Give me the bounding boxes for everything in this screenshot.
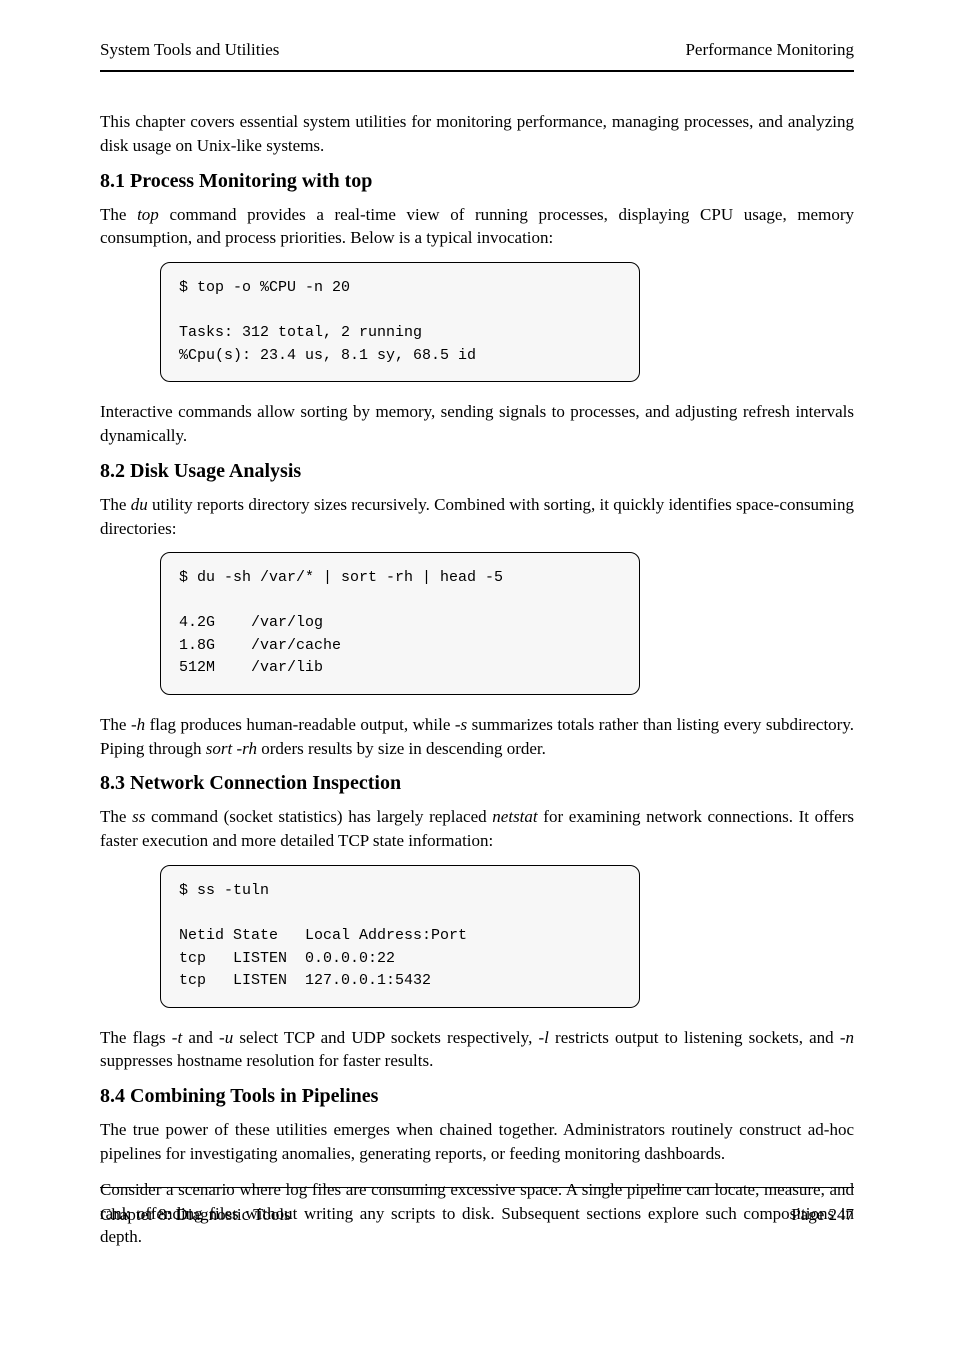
footer-left: Chapter 8: Diagnostic Tools: [100, 1205, 291, 1225]
section-4-para-1: The true power of these utilities emerge…: [100, 1118, 854, 1166]
section-3-para-1: The ss command (socket statistics) has l…: [100, 805, 854, 853]
text: flag produces human-readable output, whi…: [145, 715, 455, 734]
section-title-3: 8.3 Network Connection Inspection: [100, 772, 854, 795]
flag-t: -t: [172, 1028, 182, 1047]
cmd-top: top: [137, 205, 159, 224]
header-rule: [100, 70, 854, 72]
section-1-para-1: The top command provides a real-time vie…: [100, 203, 854, 251]
section-title-1: 8.1 Process Monitoring with top: [100, 170, 854, 193]
flag-h: -h: [131, 715, 145, 734]
text: utility reports directory sizes recursiv…: [100, 495, 854, 538]
section-3-para-2: The flags -t and -u select TCP and UDP s…: [100, 1026, 854, 1074]
section-1-para-2: Interactive commands allow sorting by me…: [100, 400, 854, 448]
cmd-du: du: [131, 495, 148, 514]
text: suppresses hostname resolution for faste…: [100, 1051, 433, 1070]
text: The: [100, 715, 131, 734]
flag-u: -u: [219, 1028, 233, 1047]
code-block-ss: $ ss -tuln Netid State Local Address:Por…: [160, 865, 640, 1008]
content: This chapter covers essential system uti…: [100, 110, 854, 1261]
text: select TCP and UDP sockets respectively,: [233, 1028, 538, 1047]
text: The: [100, 205, 137, 224]
section-title-4: 8.4 Combining Tools in Pipelines: [100, 1085, 854, 1108]
text: The: [100, 807, 132, 826]
flag-n: -n: [840, 1028, 854, 1047]
section-2-para-2: The -h flag produces human-readable outp…: [100, 713, 854, 761]
cmd-ss: ss: [132, 807, 145, 826]
footer-rule: [100, 1187, 854, 1188]
text: The: [100, 495, 131, 514]
flag-l: -l: [538, 1028, 548, 1047]
code-block-top: $ top -o %CPU -n 20 Tasks: 312 total, 2 …: [160, 262, 640, 382]
code-block-du: $ du -sh /var/* | sort -rh | head -5 4.2…: [160, 552, 640, 695]
section-title-2: 8.2 Disk Usage Analysis: [100, 460, 854, 483]
text: command (socket statistics) has largely …: [145, 807, 492, 826]
header-left: System Tools and Utilities: [100, 40, 279, 60]
cmd-netstat: netstat: [492, 807, 537, 826]
cmd-sort: sort -rh: [206, 739, 257, 758]
footer-right: Page 247: [791, 1205, 854, 1225]
text: The flags: [100, 1028, 172, 1047]
flag-s: -s: [455, 715, 467, 734]
header-right: Performance Monitoring: [685, 40, 854, 60]
text: restricts output to listening sockets, a…: [549, 1028, 840, 1047]
section-2-para-1: The du utility reports directory sizes r…: [100, 493, 854, 541]
text: and: [182, 1028, 219, 1047]
text: orders results by size in descending ord…: [257, 739, 546, 758]
text: command provides a real-time view of run…: [100, 205, 854, 248]
page: System Tools and Utilities Performance M…: [0, 0, 954, 1350]
intro-paragraph: This chapter covers essential system uti…: [100, 110, 854, 158]
